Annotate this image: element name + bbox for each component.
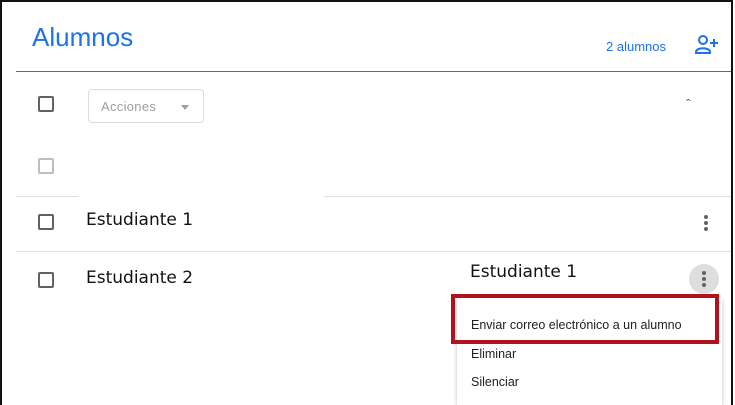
- menu-student-label: Estudiante 1: [464, 260, 584, 284]
- more-vert-icon[interactable]: [689, 264, 719, 294]
- student-name[interactable]: Estudiante 2: [80, 266, 200, 290]
- menu-item-email[interactable]: Enviar correo electrónico a un alumno: [471, 318, 682, 332]
- student-actions-menu: Enviar correo electrónico a un alumno El…: [457, 298, 722, 405]
- menu-item-mute[interactable]: Silenciar: [471, 375, 519, 389]
- student-checkbox[interactable]: [38, 214, 54, 230]
- disabled-checkbox: [38, 158, 54, 174]
- header: Alumnos 2 alumnos: [16, 2, 731, 72]
- student-count[interactable]: 2 alumnos: [606, 39, 666, 54]
- student-checkbox[interactable]: [38, 272, 54, 288]
- actions-label: Acciones: [101, 99, 157, 114]
- menu-item-remove[interactable]: Eliminar: [471, 347, 516, 361]
- caret-down-icon: [181, 105, 189, 110]
- select-all-checkbox[interactable]: [38, 96, 54, 112]
- actions-dropdown[interactable]: Acciones: [88, 89, 204, 123]
- add-person-icon[interactable]: [694, 34, 720, 56]
- student-name[interactable]: Estudiante 1: [80, 208, 200, 232]
- more-vert-icon[interactable]: [691, 208, 721, 238]
- page-title: Alumnos: [32, 22, 134, 52]
